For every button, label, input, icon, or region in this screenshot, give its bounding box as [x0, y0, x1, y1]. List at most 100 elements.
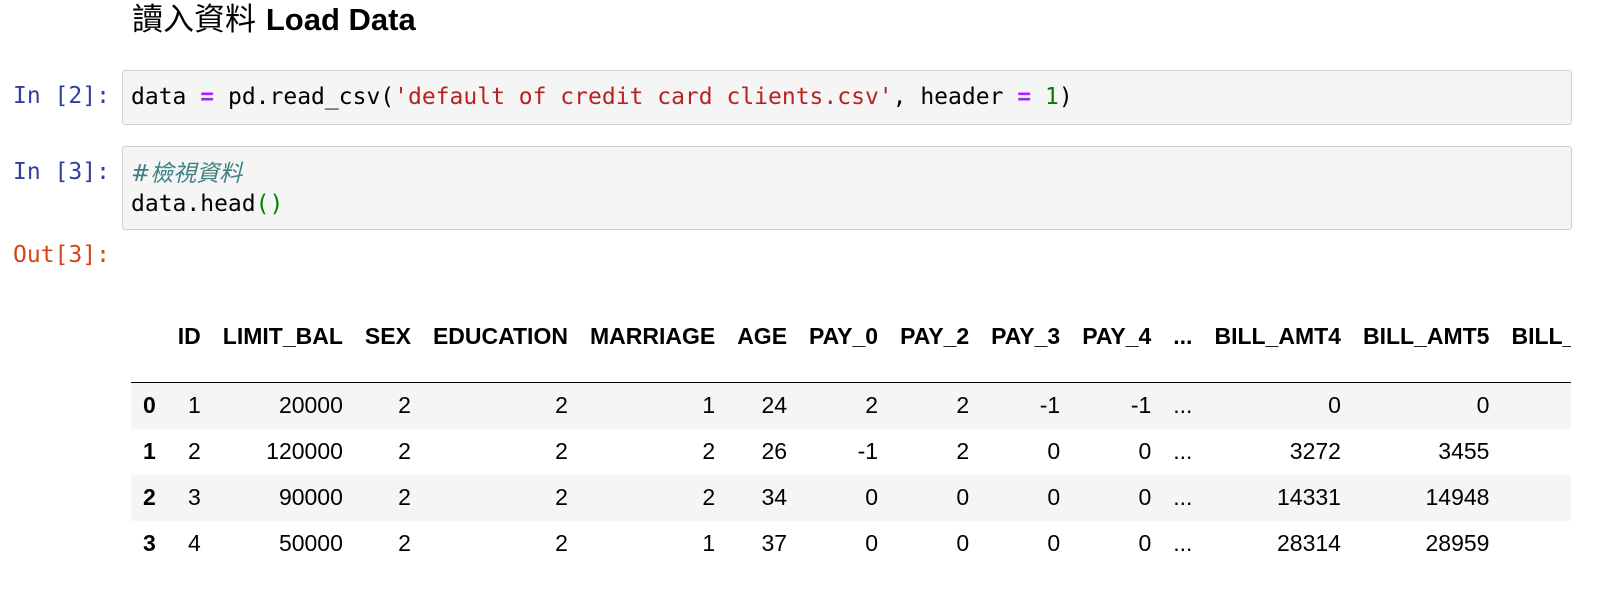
table-row: 2 3 90000 2 2 2 34 0 0 0 0 ... 14331 149… [131, 474, 1571, 521]
table-cell: 0 [865, 484, 879, 510]
table-cell: 2 [188, 438, 201, 464]
table-cell: 0 [1138, 530, 1152, 556]
code-cell-2[interactable]: data = pd.read_csv('default of credit ca… [122, 70, 1572, 125]
column-header: BILL_AMT5 [1351, 290, 1501, 383]
column-header: BILL_AMT4 [1203, 290, 1352, 383]
table-cell: 24 [761, 392, 788, 419]
table-cell: 0 [1328, 392, 1341, 419]
table-cell: 0 [956, 530, 970, 556]
table-cell: 0 [956, 484, 970, 510]
table-cell: 3261 [1500, 429, 1571, 475]
table-cell: ... [1173, 392, 1193, 419]
code-line-head: data.head() [131, 189, 1571, 219]
row-index: 1 [143, 438, 156, 464]
table-cell: 0 [1047, 438, 1061, 464]
code-token-kwarg: , header [892, 84, 1018, 110]
table-cell: 2 [702, 484, 716, 510]
table-cell: 0 [1047, 530, 1061, 556]
table-cell: 0 [1138, 484, 1152, 510]
table-cell: 0 [1047, 484, 1061, 510]
section-heading: 讀入資料 Load Data [132, 0, 416, 40]
table-cell: 1 [702, 530, 716, 556]
input-prompt-2: In [2]: [13, 83, 110, 109]
notebook-page: 讀入資料 Load Data In [2]: data = pd.read_cs… [0, 0, 1622, 593]
table-cell: 37 [761, 530, 788, 556]
table-row: 1 2 120000 2 2 2 26 -1 2 0 0 ... 3272 34… [131, 428, 1571, 475]
output-prompt-3: Out[3]: [13, 242, 110, 268]
table-header-row: ID LIMIT_BAL SEX EDUCATION MARRIAGE AGE … [131, 290, 1571, 383]
code-comment: #檢視資料 [131, 161, 243, 187]
table-cell: 1 [188, 392, 201, 419]
table-cell: 2 [398, 530, 411, 556]
table-cell: 120000 [266, 438, 343, 464]
heading-chinese-text: 讀入資料 [132, 2, 256, 38]
table-cell: 2 [555, 530, 568, 556]
column-header: MARRIAGE [578, 290, 727, 383]
table-cell: ... [1173, 438, 1193, 464]
table-cell: 2 [398, 392, 411, 419]
code-token-var: data [131, 84, 187, 110]
code-token-parens: () [255, 191, 284, 217]
column-header: PAY_3 [980, 290, 1072, 383]
table-cell: 2 [956, 392, 970, 419]
code-token-close-paren: ) [1058, 84, 1073, 110]
table-row: 0 1 20000 2 2 1 24 2 2 -1 -1 ... 0 0 0 [131, 382, 1571, 429]
table-cell: 90000 [278, 484, 343, 510]
column-header: LIMIT_BAL [211, 290, 354, 383]
column-header: SEX [353, 290, 422, 383]
column-header: PAY_0 [798, 290, 890, 383]
code-token-operator: = [200, 84, 215, 110]
table-cell: 50000 [278, 530, 343, 556]
table-cell: 3455 [1438, 438, 1490, 464]
heading-english-text: Load Data [265, 2, 416, 37]
table-cell: 2 [865, 392, 879, 419]
table-cell: 2 [398, 484, 411, 510]
table-cell: 26 [761, 438, 788, 464]
table-cell: 0 [1500, 383, 1571, 429]
table-cell: ... [1173, 530, 1193, 556]
code-token-string: 'default of credit card clients.csv' [394, 84, 893, 110]
table-cell: 20000 [278, 392, 343, 419]
table-cell: 3272 [1289, 438, 1341, 464]
table-cell: 28314 [1276, 530, 1341, 556]
table-cell: -1 [1130, 392, 1152, 419]
table-cell: 2 [555, 392, 568, 419]
table-cell: 14948 [1425, 484, 1490, 510]
code-cell-3[interactable]: #檢視資料 data.head() [122, 146, 1572, 230]
column-header [131, 290, 167, 383]
column-header: PAY_2 [889, 290, 981, 383]
table-cell: 0 [1476, 392, 1490, 419]
table-cell: 3 [188, 484, 201, 510]
dataframe-table: ID LIMIT_BAL SEX EDUCATION MARRIAGE AGE … [131, 290, 1571, 567]
table-cell: 0 [865, 530, 879, 556]
column-header: EDUCATION [421, 290, 579, 383]
table-cell: -1 [857, 438, 879, 464]
table-cell: 29547 [1500, 521, 1571, 567]
table-cell: -1 [1039, 392, 1061, 419]
table-cell: 0 [1138, 438, 1152, 464]
row-index: 0 [143, 392, 156, 419]
column-header: AGE [726, 290, 799, 383]
column-header: BILL_AMT6 [1500, 290, 1571, 383]
table-cell: 15549 [1500, 475, 1571, 521]
table-cell: 2 [398, 438, 411, 464]
table-cell: 4 [188, 530, 201, 556]
column-header: ID [166, 290, 212, 383]
table-cell: 34 [761, 484, 788, 510]
table-cell: 2 [956, 438, 970, 464]
column-header: PAY_4 [1071, 290, 1163, 383]
table-cell: 2 [702, 438, 716, 464]
table-cell: 2 [555, 438, 568, 464]
code-token-operator-2: = [1017, 84, 1032, 110]
row-index: 2 [143, 484, 156, 510]
code-token-number: 1 [1044, 84, 1059, 110]
table-row: 3 4 50000 2 2 1 37 0 0 0 0 ... 28314 289… [131, 520, 1571, 567]
row-index: 3 [143, 530, 156, 556]
table-cell: 2 [555, 484, 568, 510]
input-prompt-3: In [3]: [13, 159, 110, 185]
output-area: ID LIMIT_BAL SEX EDUCATION MARRIAGE AGE … [131, 290, 1571, 593]
table-cell: 28959 [1425, 530, 1490, 556]
column-header: ... [1162, 290, 1204, 383]
code-token-call: data.head [131, 191, 256, 217]
table-cell: 1 [702, 392, 716, 419]
